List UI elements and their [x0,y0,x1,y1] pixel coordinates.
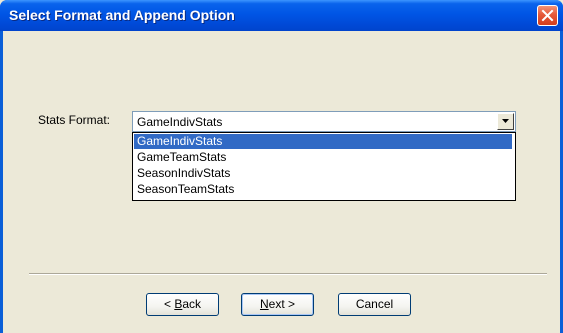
chevron-down-icon [502,119,509,123]
cancel-button-label: Cancel [355,297,394,311]
cancel-button[interactable]: Cancel [338,293,411,316]
stats-format-label: Stats Format: [38,113,111,127]
close-button[interactable] [537,5,558,26]
stats-format-value: GameIndivStats [137,115,223,129]
next-button-accel: N [259,297,269,311]
close-icon [541,9,554,22]
dropdown-option[interactable]: SeasonTeamStats [134,182,512,197]
dropdown-option[interactable]: SeasonIndivStats [134,166,512,181]
back-button-prefix: < [163,297,175,311]
stats-format-dropdown-list: GameIndivStats GameTeamStats SeasonIndiv… [132,132,516,201]
dropdown-arrow-button[interactable] [497,113,514,130]
dialog-window: Select Format and Append Option Stats Fo… [0,0,563,333]
next-button-label: ext > [268,297,296,311]
dropdown-option[interactable]: GameIndivStats [134,134,512,149]
window-title: Select Format and Append Option [9,7,235,23]
divider [29,273,547,275]
back-button[interactable]: < Back [146,293,219,316]
title-bar[interactable]: Select Format and Append Option [0,0,563,31]
back-button-label: ack [182,297,202,311]
dialog-body: Stats Format: GameIndivStats GameIndivSt… [3,31,560,333]
dropdown-option[interactable]: GameTeamStats [134,150,512,165]
next-button[interactable]: Next > [241,293,314,316]
stats-format-combobox[interactable]: GameIndivStats [132,111,516,132]
